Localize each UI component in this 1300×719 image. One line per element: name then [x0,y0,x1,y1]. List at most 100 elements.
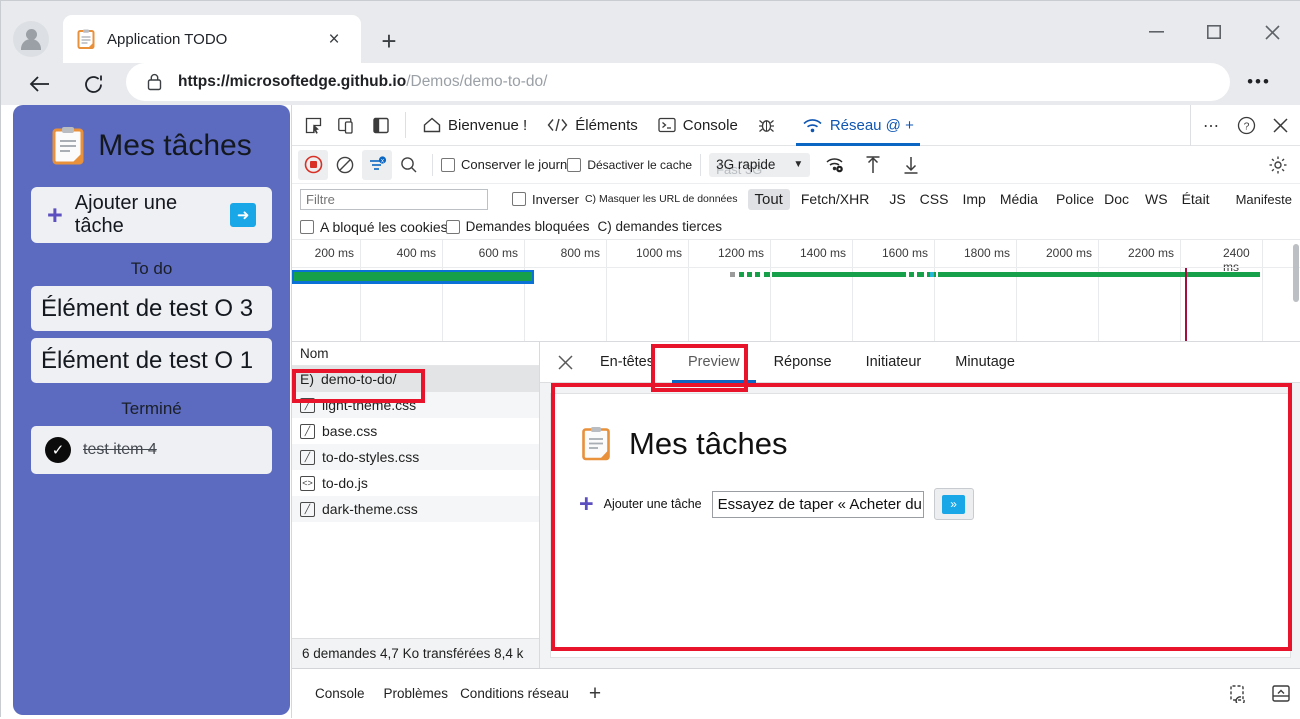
filter-type-js[interactable]: JS [882,189,912,209]
todo-section-heading: To do [13,259,290,279]
overview-bar-main [292,270,534,284]
blocked-requests-checkbox[interactable]: Demandes bloquées [446,219,590,234]
devtools-tab-debug[interactable] [748,105,792,146]
filter-type-police[interactable]: Police [1049,189,1101,209]
overview-event-marker [1185,268,1187,341]
network-settings-icon[interactable] [820,150,850,180]
request-name: to-do-styles.css [322,449,419,465]
request-column-header[interactable]: Nom [292,342,539,366]
dock-side-icon[interactable] [364,108,398,142]
tab-initiator[interactable]: Initiateur [850,342,938,383]
table-row[interactable]: ╱ light-theme.css [292,392,539,418]
close-window-icon[interactable] [1249,15,1295,49]
request-summary-status: 6 demandes 4,7 Ko transférées 8,4 k [292,638,539,668]
devtools-tab-console[interactable]: Console [648,105,748,146]
record-stop-icon[interactable] [298,150,328,180]
filter-type-etait[interactable]: Était [1175,189,1217,209]
reload-icon[interactable] [76,67,110,101]
submit-task-icon[interactable]: ➜ [230,203,256,227]
tab-response[interactable]: Réponse [758,342,848,383]
checkbox-box [441,158,455,172]
filter-type-tout[interactable]: Tout [748,189,790,210]
network-overview-timeline[interactable]: 200 ms 400 ms 600 ms 800 ms 1000 ms 1200… [292,240,1300,342]
table-row[interactable]: E) demo-to-do/ [292,366,539,392]
maximize-icon[interactable] [1191,15,1237,49]
preview-task-input[interactable]: Essayez de taper « Acheter du lait [712,491,924,518]
code-icon [547,118,568,132]
bug-icon [758,117,775,134]
browser-tab[interactable]: Application TODO × [63,15,361,63]
minimize-icon[interactable] [1133,15,1179,49]
gear-icon[interactable] [1263,150,1293,180]
tab-headers[interactable]: En-têtes [584,342,670,383]
tab-preview[interactable]: Preview [672,342,756,383]
todo-item[interactable]: Élément de test O 1 [31,338,272,383]
profile-avatar[interactable] [13,21,49,57]
filter-type-doc[interactable]: Doc [1097,189,1136,209]
timeline-tick: 2000 ms [1046,246,1098,260]
add-task-row[interactable]: + Ajouter une tâche ➜ [31,187,272,243]
timeline-tick: 2200 ms [1128,246,1180,260]
address-bar[interactable]: https://microsoftedge.github.io/Demos/de… [126,63,1230,101]
table-row[interactable]: ╱ base.css [292,418,539,444]
upload-icon[interactable] [858,150,888,180]
close-detail-icon[interactable] [548,345,582,379]
preserve-log-checkbox[interactable]: Conserver le journal [441,157,577,172]
detail-tab-bar: En-têtes Preview Réponse Initiateur Minu… [540,342,1300,383]
devtools-tab-welcome[interactable]: Bienvenue ! [413,105,537,146]
overview-scrollbar[interactable] [1293,244,1299,302]
drawer-tab-console[interactable]: Console [302,669,378,719]
issues-icon[interactable] [1229,684,1249,703]
drawer-add-tab-button[interactable]: + [589,682,601,706]
network-main-area: Nom E) demo-to-do/ ╱ light-theme.css ╱ [292,342,1300,668]
tab-timing[interactable]: Minutage [939,342,1031,383]
devtools-drawer: Console Problèmes Conditions réseau + [292,668,1300,718]
table-row[interactable]: ╱ dark-theme.css [292,496,539,522]
close-devtools-icon[interactable] [1263,109,1297,143]
clipboard-icon [77,29,95,49]
filter-type-ws[interactable]: WS [1138,189,1175,209]
filter-type-manifeste[interactable]: Manifeste [1229,190,1299,209]
drawer-tab-issues[interactable]: Problèmes [378,669,455,719]
clear-icon[interactable] [330,150,360,180]
devtools-tab-elements[interactable]: Éléments [537,105,648,146]
timeline-tick: 600 ms [479,246,524,260]
tab-title: Application TODO [107,31,321,48]
disable-cache-checkbox[interactable]: Désactiver le cache [567,158,692,172]
throttling-select[interactable]: Fast 3G 3G rapide ▼ [709,153,810,177]
third-party-label[interactable]: C) demandes tierces [597,219,722,234]
table-row[interactable]: <> to-do.js [292,470,539,496]
search-icon[interactable] [394,150,424,180]
preview-add-task-row: + Ajouter une tâche Essayez de taper « A… [551,462,1290,520]
invert-filter-checkbox[interactable]: Inverser [512,192,579,207]
filter-type-fetchxhr[interactable]: Fetch/XHR [794,189,876,209]
table-row[interactable]: ╱ to-do-styles.css [292,444,539,470]
help-icon[interactable]: ? [1229,109,1263,143]
todo-item[interactable]: Élément de test O 3 [31,286,272,331]
filter-icon[interactable]: x [362,150,392,180]
hide-data-urls-label[interactable]: C) Masquer les URL de données [585,193,738,205]
detail-body: Mes tâches + Ajouter une tâche Essayez d… [540,383,1300,668]
preview-frame: Mes tâches + Ajouter une tâche Essayez d… [550,393,1291,658]
blocked-requests-label: Demandes bloquées [466,219,590,234]
devtools-tab-network[interactable]: Réseau @ + [792,105,924,146]
back-icon[interactable] [23,67,57,101]
new-tab-button[interactable]: + [373,25,405,57]
drawer-dock-icon[interactable] [1271,684,1291,703]
browser-more-icon[interactable]: ••• [1244,69,1274,95]
device-toolbar-icon[interactable] [330,108,364,142]
more-options-icon[interactable]: ⋯ [1195,109,1229,143]
preview-submit-button[interactable]: » [934,488,974,520]
download-icon[interactable] [896,150,926,180]
filter-input[interactable] [300,189,488,210]
blocked-cookies-checkbox[interactable]: A bloqué les cookies [300,219,448,235]
close-icon[interactable]: × [321,26,347,52]
todo-item-completed[interactable]: ✓ test item 4 [31,426,272,474]
inspect-icon[interactable] [296,108,330,142]
filter-type-imp[interactable]: Imp [955,189,992,209]
filter-type-media[interactable]: Média [993,189,1045,209]
filter-type-css[interactable]: CSS [913,189,956,209]
timeline-tick: 200 ms [315,246,360,260]
drawer-tab-network-conditions[interactable]: Conditions réseau [454,669,575,719]
checkbox-box [300,220,314,234]
